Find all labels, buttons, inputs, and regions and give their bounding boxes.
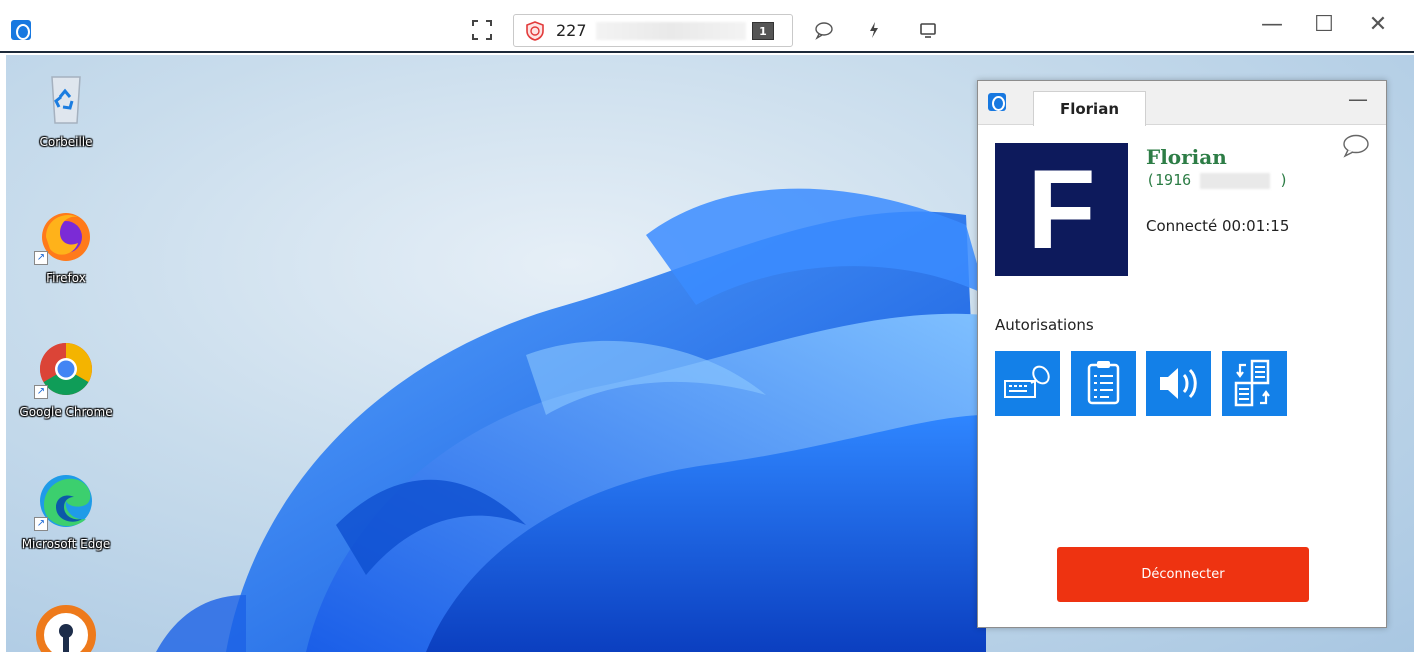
window-maximize-button[interactable]: ☐ <box>1306 10 1342 42</box>
session-id: 227 <box>556 21 587 40</box>
avatar: F <box>995 143 1128 276</box>
monitor-number-badge[interactable]: 1 <box>752 22 774 40</box>
permissions-label: Autorisations <box>995 316 1094 334</box>
edge-icon: ↗ <box>34 469 98 533</box>
window-close-button[interactable]: ✕ <box>1360 10 1396 42</box>
keyboard-mouse-permission-button[interactable] <box>995 351 1060 416</box>
shield-icon <box>526 21 544 41</box>
desktop-icon-openvpn[interactable] <box>6 603 126 652</box>
firefox-icon: ↗ <box>34 203 98 267</box>
file-transfer-permission-button[interactable] <box>1222 351 1287 416</box>
chat-icon[interactable] <box>1340 133 1370 159</box>
openvpn-icon <box>34 603 98 652</box>
user-id: (1916 ) <box>1146 171 1288 189</box>
app-logo-icon <box>11 20 31 40</box>
connection-status: Connecté 00:01:15 <box>1146 217 1290 235</box>
blurred-session-digits <box>596 22 746 40</box>
user-id-prefix: (1916 <box>1146 171 1192 189</box>
window-minimize-button[interactable]: — <box>1254 10 1290 42</box>
sound-permission-button[interactable] <box>1146 351 1211 416</box>
sound-icon <box>1160 368 1197 399</box>
chat-icon[interactable] <box>810 18 838 42</box>
fullscreen-icon[interactable] <box>470 18 494 42</box>
user-name: Florian <box>1146 145 1227 169</box>
clipboard-icon <box>1087 361 1120 405</box>
shortcut-arrow-icon: ↗ <box>34 251 48 265</box>
chrome-icon: ↗ <box>34 337 98 401</box>
user-id-blurred <box>1200 172 1271 189</box>
user-id-suffix: ) <box>1279 171 1289 189</box>
disconnect-button[interactable]: Déconnecter <box>1057 547 1309 602</box>
session-id-field[interactable]: 227 1 <box>513 14 793 47</box>
recycle-bin-icon <box>34 67 98 131</box>
tab-florian[interactable]: Florian <box>1033 91 1146 126</box>
keyboard-mouse-icon <box>1004 365 1050 398</box>
file-transfer-icon <box>1234 359 1270 407</box>
desktop-icon-chrome[interactable]: ↗ Google Chrome <box>6 337 126 419</box>
panel-minimize-button[interactable]: — <box>1348 87 1368 111</box>
screen-icon[interactable] <box>914 18 942 42</box>
desktop-icon-recycle-bin[interactable]: Corbeille <box>6 67 126 149</box>
shortcut-arrow-icon: ↗ <box>34 517 48 531</box>
clipboard-permission-button[interactable] <box>1071 351 1136 416</box>
bolt-icon[interactable] <box>862 18 886 42</box>
panel-header: Florian — <box>978 81 1386 126</box>
panel-logo-icon <box>988 93 1006 111</box>
session-panel: Florian — F Florian (1916 ) Connecté 00:… <box>977 80 1387 628</box>
desktop-icon-firefox[interactable]: ↗ Firefox <box>6 203 126 285</box>
title-bar: 227 1 — ☐ ✕ <box>0 0 1414 53</box>
desktop-icon-edge[interactable]: ↗ Microsoft Edge <box>6 469 126 551</box>
shortcut-arrow-icon: ↗ <box>34 385 48 399</box>
